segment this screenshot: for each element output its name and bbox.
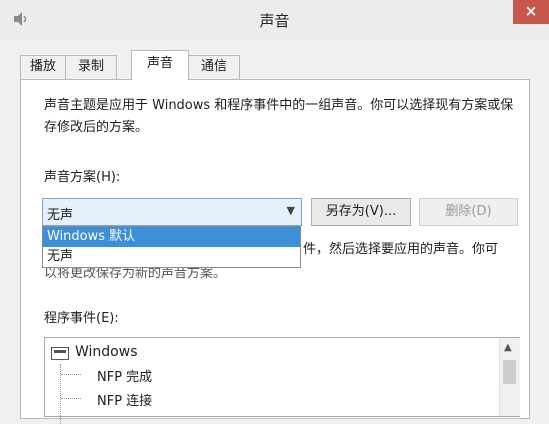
tab-communications[interactable]: 通信 (188, 55, 240, 79)
event-item-nfp-connect[interactable]: NFP 连接 (97, 390, 152, 409)
tree-branch (61, 398, 81, 400)
dropdown-option-silent[interactable]: 无声 (43, 247, 300, 267)
tab-bar: 播放 录制 声音 通信 (0, 50, 549, 80)
scrollbar-thumb[interactable] (503, 360, 516, 384)
window-app-icon (51, 347, 69, 360)
tree-branch (61, 374, 81, 376)
delete-button[interactable]: 删除(D) (419, 198, 518, 226)
dropdown-option-windows-default[interactable]: Windows 默认 (43, 227, 300, 247)
sound-scheme-label: 声音方案(H): (44, 170, 121, 185)
save-as-button[interactable]: 另存为(V)... (311, 198, 411, 226)
tree-line (60, 364, 62, 424)
tab-recording[interactable]: 录制 (65, 55, 117, 79)
close-button[interactable]: × (513, 0, 549, 24)
instruction-text-line1: 件，然后选择要应用的声音。你可 (303, 242, 499, 257)
program-events-label: 程序事件(E): (44, 311, 119, 326)
events-scrollbar[interactable]: ▲ (499, 338, 520, 416)
sound-scheme-select[interactable]: 无声 ▼ (42, 198, 302, 226)
tab-sounds[interactable]: 声音 (131, 50, 189, 80)
title-bar: 声音 × (0, 0, 549, 40)
tab-playback[interactable]: 播放 (20, 55, 66, 79)
chevron-down-icon: ▼ (286, 204, 295, 217)
chevron-up-icon[interactable]: ▲ (504, 342, 512, 353)
scheme-dropdown-list: Windows 默认 无声 (42, 226, 301, 268)
description-text: 声音主题是应用于 Windows 和程序事件中的一组声音。你可以选择现有方案或保… (44, 98, 514, 135)
window-title: 声音 (259, 12, 290, 30)
event-group-label: Windows (75, 344, 138, 360)
sound-scheme-value: 无声 (47, 208, 74, 223)
event-item-nfp-complete[interactable]: NFP 完成 (97, 366, 152, 385)
program-events-list[interactable]: Windows NFP 完成 NFP 连接 ▲ (44, 337, 520, 424)
